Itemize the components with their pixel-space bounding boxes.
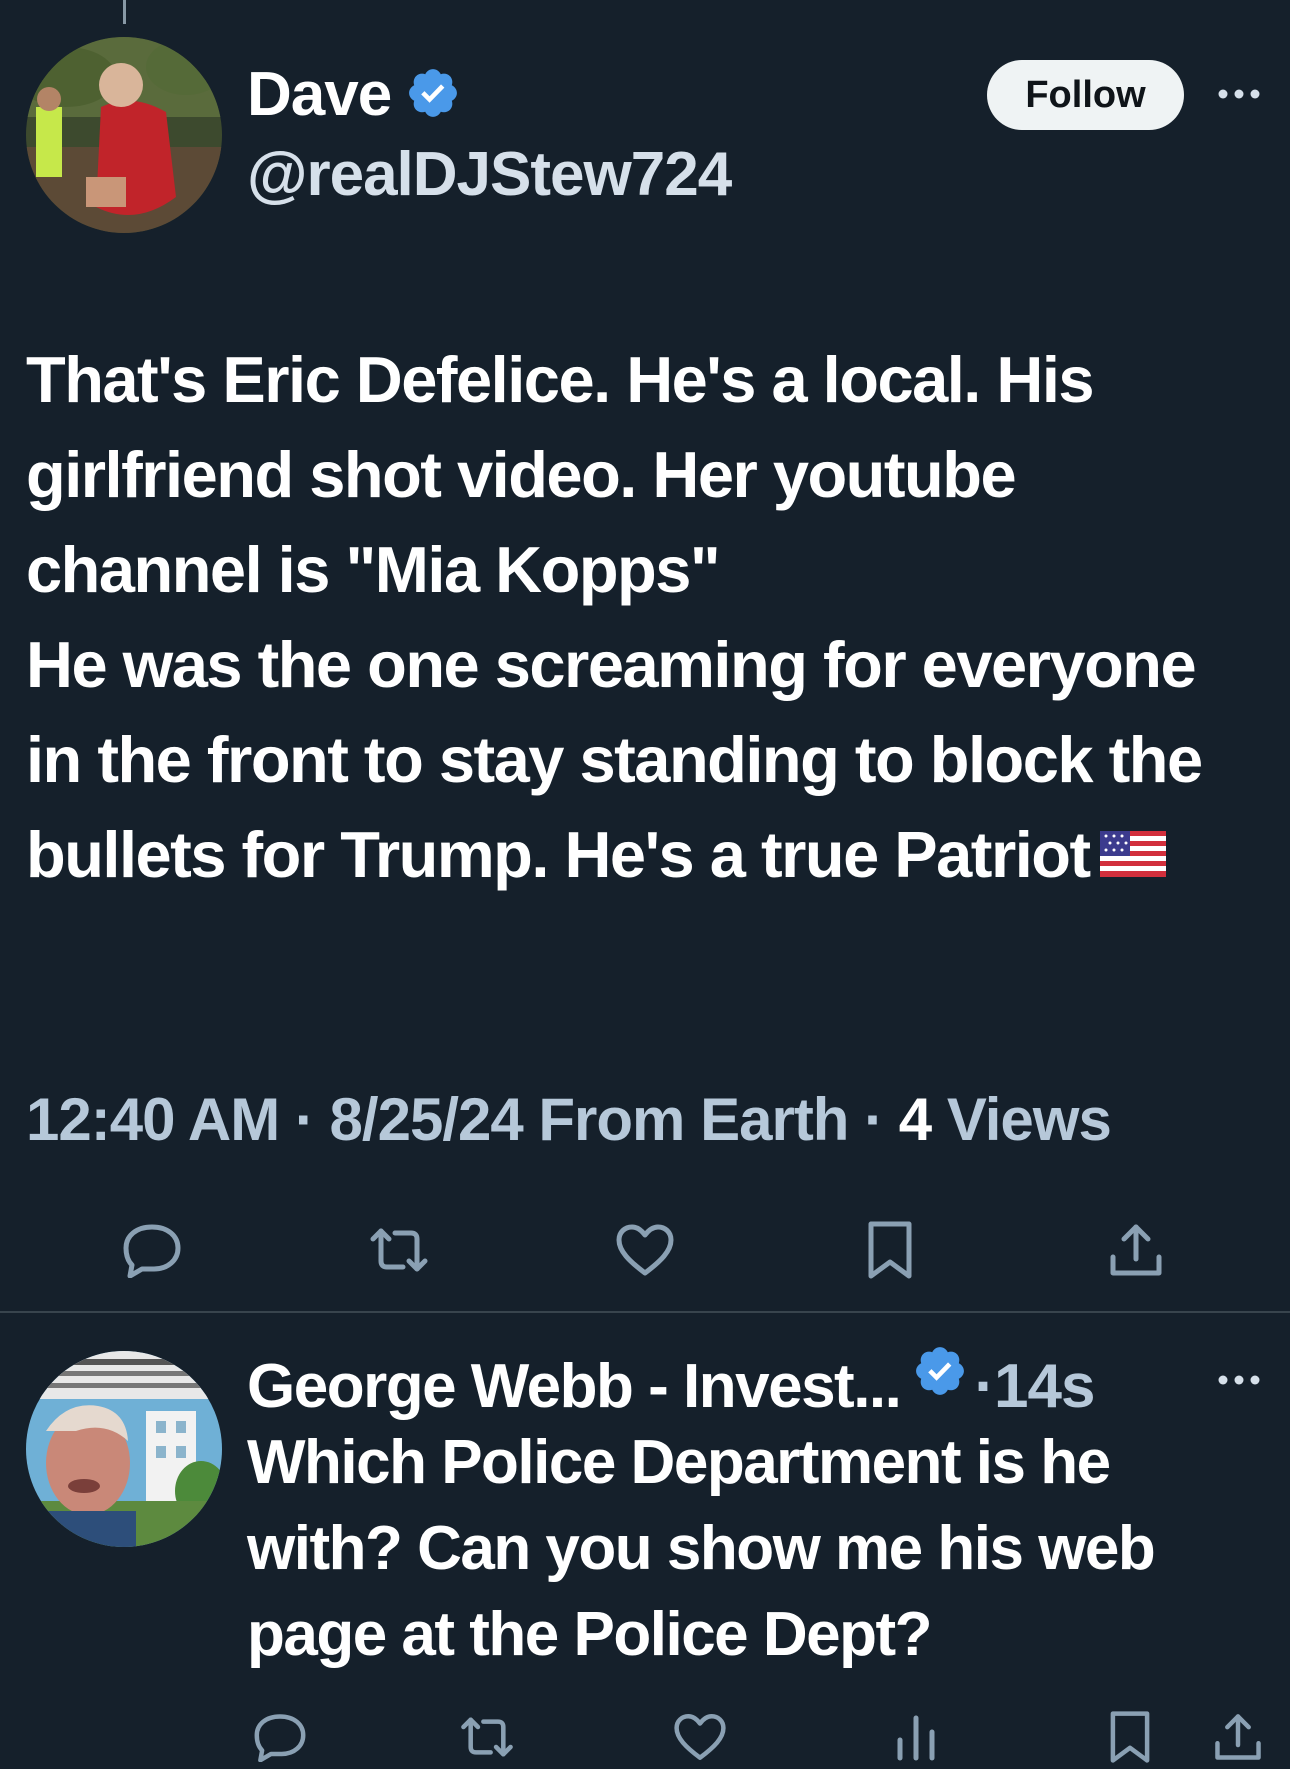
like-icon[interactable] — [668, 1705, 732, 1769]
tweet-meta: 12:40 AM · 8/25/24 From Earth · 4 Views — [26, 1085, 1112, 1155]
thread-connector-line — [123, 0, 126, 24]
tweet-divider — [0, 1311, 1290, 1313]
reply-icon[interactable] — [120, 1218, 184, 1282]
author-name-row: Dave — [247, 60, 461, 130]
reply-action-bar — [0, 1705, 1290, 1765]
views-count: 4 — [898, 1086, 932, 1153]
like-icon[interactable] — [613, 1218, 677, 1282]
reply-icon[interactable] — [248, 1705, 312, 1769]
more-options-icon[interactable] — [1214, 74, 1264, 114]
bookmark-icon[interactable] — [858, 1218, 922, 1282]
retweet-icon[interactable] — [455, 1705, 519, 1769]
views-label: Views — [946, 1086, 1112, 1153]
author-display-name[interactable]: Dave — [247, 60, 392, 130]
reply-header: George Webb - Invest... ·14s — [247, 1343, 1095, 1430]
tweet-action-bar — [0, 1218, 1290, 1282]
retweet-icon[interactable] — [367, 1218, 431, 1282]
reply-more-options-icon[interactable] — [1214, 1360, 1264, 1400]
tweet-source: From Earth — [538, 1086, 849, 1153]
reply-author-avatar[interactable] — [26, 1351, 222, 1547]
views-icon[interactable] — [884, 1705, 948, 1769]
meta-separator: · — [279, 1086, 330, 1153]
follow-button[interactable]: Follow — [987, 60, 1184, 130]
verified-badge-icon — [405, 65, 461, 126]
bookmark-icon[interactable] — [1098, 1705, 1162, 1769]
tweet-time[interactable]: 12:40 AM — [26, 1086, 280, 1153]
share-icon[interactable] — [1206, 1705, 1270, 1769]
author-avatar[interactable] — [26, 37, 222, 233]
share-icon[interactable] — [1104, 1218, 1168, 1282]
reply-timestamp[interactable]: ·14s — [974, 1352, 1095, 1422]
reply-text: Which Police Department is he with? Can … — [247, 1428, 1156, 1669]
verified-badge-icon — [912, 1343, 968, 1430]
tweet-text: That's Eric Defelice. He's a local. His … — [26, 332, 1266, 902]
tweet-text-content: That's Eric Defelice. He's a local. His … — [26, 343, 1203, 891]
author-handle[interactable]: @realDJStew724 — [247, 140, 732, 210]
reply-author-display-name[interactable]: George Webb - Invest... — [247, 1352, 902, 1422]
tweet-date[interactable]: 8/25/24 — [330, 1086, 524, 1153]
meta-separator: · — [848, 1086, 899, 1153]
us-flag-icon — [1099, 807, 1166, 902]
